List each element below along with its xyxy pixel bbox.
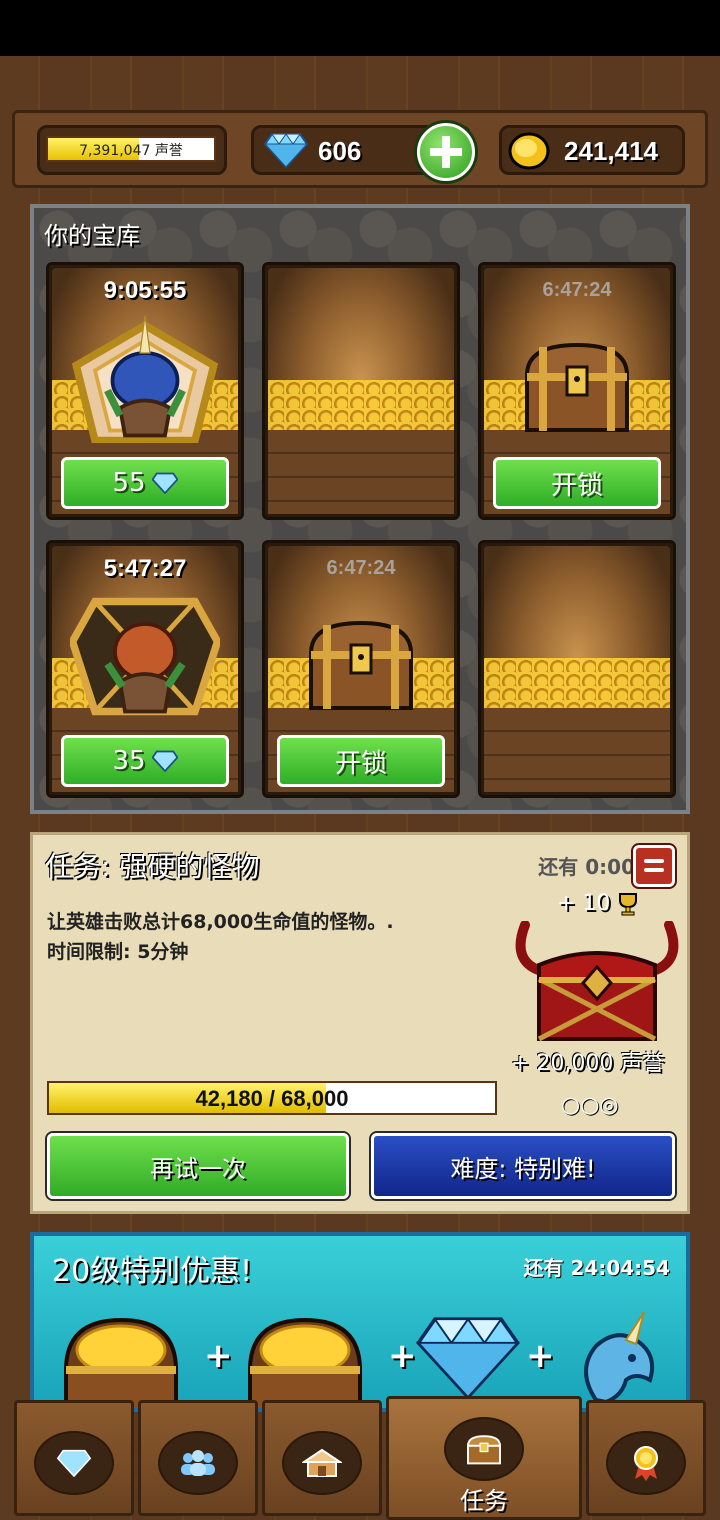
wood-planks [484,708,670,792]
slot-timer: 6:47:24 [542,279,612,301]
offer-title: 20级特别优惠! [52,1254,253,1289]
task-description: 让英雄击败总计68,000生命值的怪物。. 时间限制: 5分钟 [47,907,487,967]
slot-timer: 9:05:55 [103,277,187,304]
slot-timer: 6:47:24 [326,557,396,579]
vault-slot-3[interactable]: 6:47:24 开锁 [478,262,676,520]
wooden-chest-icon [308,620,414,710]
diamond-icon [264,133,308,168]
vault-panel: 你的宝库 9:05:55 55 6:47:24 开锁 5:47:27 35 6:… [30,204,690,814]
special-offer-banner[interactable]: 20级特别优惠! 还有 24:04:54 + + + [30,1232,690,1412]
trophy-reward-value: + 10 [557,891,611,916]
reputation-label: 声誉 [154,143,183,159]
add-gems-button[interactable] [417,123,475,181]
offer-time-remaining: 还有 24:04:54 [523,1256,670,1280]
vault-slot-1[interactable]: 9:05:55 55 [46,262,244,520]
gem-icon [34,1431,114,1495]
task-title: 任务: 强硬的怪物 [45,850,260,883]
status-bar [0,0,720,56]
reputation-display[interactable]: 7,391,047 声誉 [37,125,227,175]
unicorn-icon [584,1311,655,1405]
open-with-gems-button[interactable]: 55 [61,457,229,509]
vault-slot-2-empty [262,262,460,520]
nav-tab-tasks[interactable]: 任务 [386,1396,582,1520]
task-panel: 任务: 强硬的怪物 还有 0:00 让英雄击败总计68,000生命值的怪物。. … [30,832,690,1214]
task-progress-bar: 42,180 / 68,000 [47,1081,497,1115]
reputation-progress-bar: 7,391,047 声誉 [46,136,216,162]
gold-pile [484,658,670,708]
plus-sign: + [388,1336,417,1376]
slot-timer: 5:47:27 [103,555,187,582]
reputation-text: 7,391,047 声誉 [48,140,214,160]
vault-slot-4[interactable]: 5:47:27 35 [46,540,244,798]
nav-tab-tasks-label: 任务 [460,1487,508,1515]
nav-tab-heroes[interactable] [138,1400,258,1516]
gem-cost: 35 [112,746,146,776]
task-description-line: 让英雄击败总计68,000生命值的怪物。. [47,911,394,933]
reputation-reward: + 20,000 声誉 [511,1051,665,1076]
slot-background [268,268,454,514]
bottom-navigation: 任务 [0,1396,720,1520]
demon-chest-icon [515,921,679,1042]
gold-coin-icon [508,132,550,170]
difficulty-button[interactable]: 难度: 特别难! [371,1133,675,1199]
slot-background [484,546,670,792]
vault-title: 你的宝库 [44,222,140,250]
unicorn-chest-icon [71,315,219,443]
diamond-icon [416,1317,520,1400]
gold-counter[interactable]: 241,414 [499,125,685,175]
difficulty-indicator: ○○◎ [561,1093,619,1118]
town-icon [282,1431,362,1495]
wooden-chest-icon [524,342,630,432]
wood-planks [268,430,454,514]
diamond-icon [151,750,178,772]
task-time-remaining: 还有 0:00 [538,855,635,879]
nav-tab-achievements[interactable] [586,1400,706,1516]
chest-icon [444,1417,524,1481]
nav-tab-shop[interactable] [14,1400,134,1516]
plus-sign: + [204,1336,233,1376]
task-time-limit: 时间限制: 5分钟 [47,941,189,963]
unlock-button[interactable]: 开锁 [277,735,445,787]
vault-slot-6-empty [478,540,676,798]
task-progress-text: 42,180 / 68,000 [195,1086,349,1111]
unlock-button[interactable]: 开锁 [493,457,661,509]
plus-sign: + [526,1336,555,1376]
gem-count: 606 [318,136,362,166]
golden-chest-icon [70,597,220,716]
retry-button[interactable]: 再试一次 [47,1133,349,1199]
vault-slot-5[interactable]: 6:47:24 开锁 [262,540,460,798]
gold-count: 241,414 [564,136,658,166]
medal-icon [606,1431,686,1495]
reputation-value: 7,391,047 [79,143,151,159]
gem-cost: 55 [112,468,146,498]
trophy-reward: + 10 [557,891,639,916]
diamond-icon [151,472,178,494]
task-menu-button[interactable] [633,845,675,887]
nav-tab-town[interactable] [262,1400,382,1516]
open-with-gems-button[interactable]: 35 [61,735,229,787]
trophy-icon [619,893,638,916]
currency-bar: 7,391,047 声誉 606 241,414 [12,110,708,188]
gold-pile [268,380,454,430]
heroes-icon [158,1431,238,1495]
